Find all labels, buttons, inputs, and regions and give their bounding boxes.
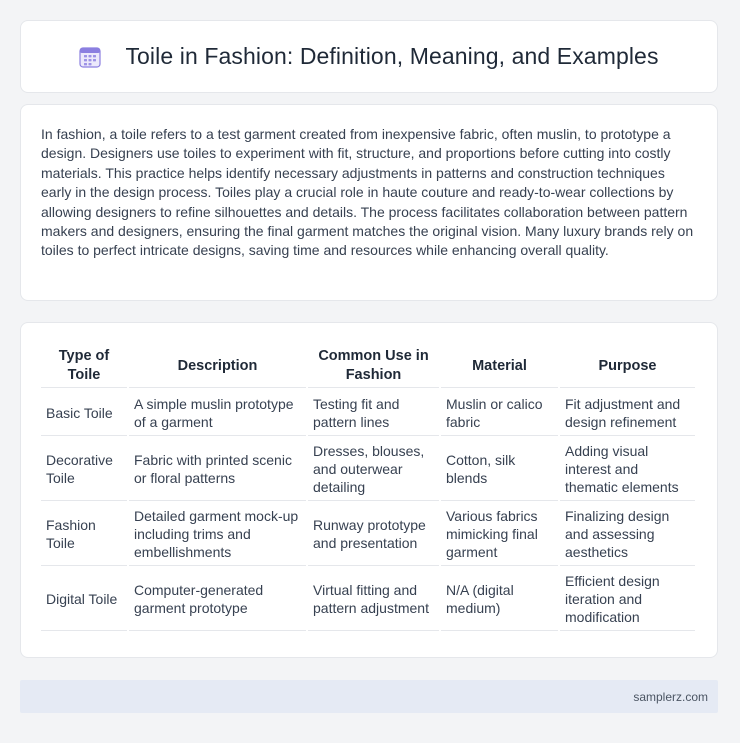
footer-bar: samplerz.com	[20, 680, 718, 713]
calendar-icon	[79, 46, 102, 68]
table-row: Fashion Toile Detailed garment mock-up i…	[41, 503, 695, 566]
cell-material: Muslin or calico fabric	[441, 390, 558, 436]
cell-description: Computer-generated garment prototype	[129, 568, 306, 631]
cell-common-use: Testing fit and pattern lines	[308, 390, 439, 436]
table-row: Basic Toile A simple muslin prototype of…	[41, 390, 695, 436]
table-row: Digital Toile Computer-generated garment…	[41, 568, 695, 631]
cell-purpose: Finalizing design and assessing aestheti…	[560, 503, 695, 566]
header-type: Type of Toile	[41, 345, 127, 388]
cell-type: Digital Toile	[41, 568, 127, 631]
intro-card: In fashion, a toile refers to a test gar…	[20, 104, 718, 301]
header-description: Description	[129, 345, 306, 388]
cell-purpose: Fit adjustment and design refinement	[560, 390, 695, 436]
title-card: Toile in Fashion: Definition, Meaning, a…	[20, 20, 718, 93]
header-material: Material	[441, 345, 558, 388]
cell-material: Cotton, silk blends	[441, 438, 558, 501]
cell-purpose: Efficient design iteration and modificat…	[560, 568, 695, 631]
header-common-use: Common Use in Fashion	[308, 345, 439, 388]
cell-material: N/A (digital medium)	[441, 568, 558, 631]
toile-table: Type of Toile Description Common Use in …	[39, 343, 697, 633]
cell-common-use: Dresses, blouses, and outerwear detailin…	[308, 438, 439, 501]
header-purpose: Purpose	[560, 345, 695, 388]
footer-site-link[interactable]: samplerz.com	[633, 690, 708, 704]
cell-type: Decorative Toile	[41, 438, 127, 501]
cell-common-use: Virtual fitting and pattern adjustment	[308, 568, 439, 631]
page-title: Toile in Fashion: Definition, Meaning, a…	[125, 43, 659, 69]
cell-common-use: Runway prototype and presentation	[308, 503, 439, 566]
intro-paragraph: In fashion, a toile refers to a test gar…	[41, 126, 694, 259]
cell-description: A simple muslin prototype of a garment	[129, 390, 306, 436]
table-row: Decorative Toile Fabric with printed sce…	[41, 438, 695, 501]
cell-purpose: Adding visual interest and thematic elem…	[560, 438, 695, 501]
table-header-row: Type of Toile Description Common Use in …	[41, 345, 695, 388]
cell-type: Basic Toile	[41, 390, 127, 436]
cell-description: Fabric with printed scenic or floral pat…	[129, 438, 306, 501]
cell-type: Fashion Toile	[41, 503, 127, 566]
cell-description: Detailed garment mock-up including trims…	[129, 503, 306, 566]
cell-material: Various fabrics mimicking final garment	[441, 503, 558, 566]
table-card: Type of Toile Description Common Use in …	[20, 322, 718, 658]
